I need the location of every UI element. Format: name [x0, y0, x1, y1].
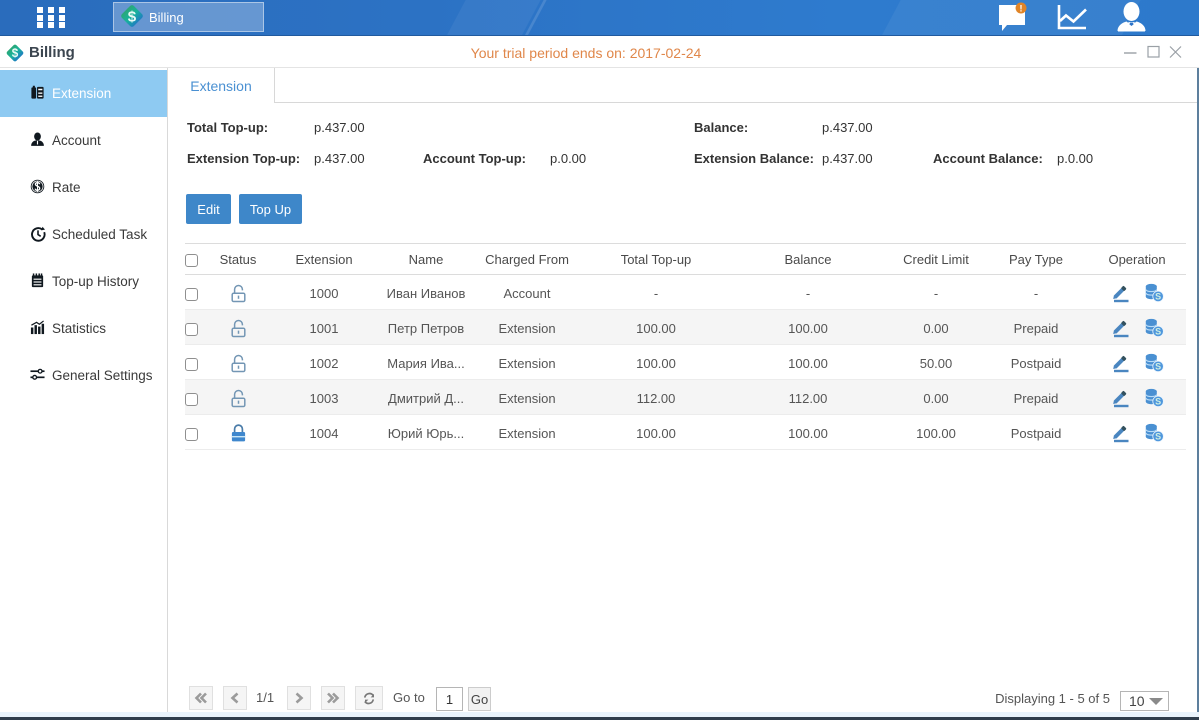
- svg-text:$: $: [128, 8, 137, 25]
- svg-text:S: S: [1155, 292, 1161, 302]
- svg-text:S: S: [1155, 362, 1161, 372]
- svg-text:!: !: [1020, 4, 1023, 14]
- svg-text:S: S: [1155, 397, 1161, 407]
- svg-text:S: S: [1155, 327, 1161, 337]
- svg-text:S: S: [1155, 432, 1161, 442]
